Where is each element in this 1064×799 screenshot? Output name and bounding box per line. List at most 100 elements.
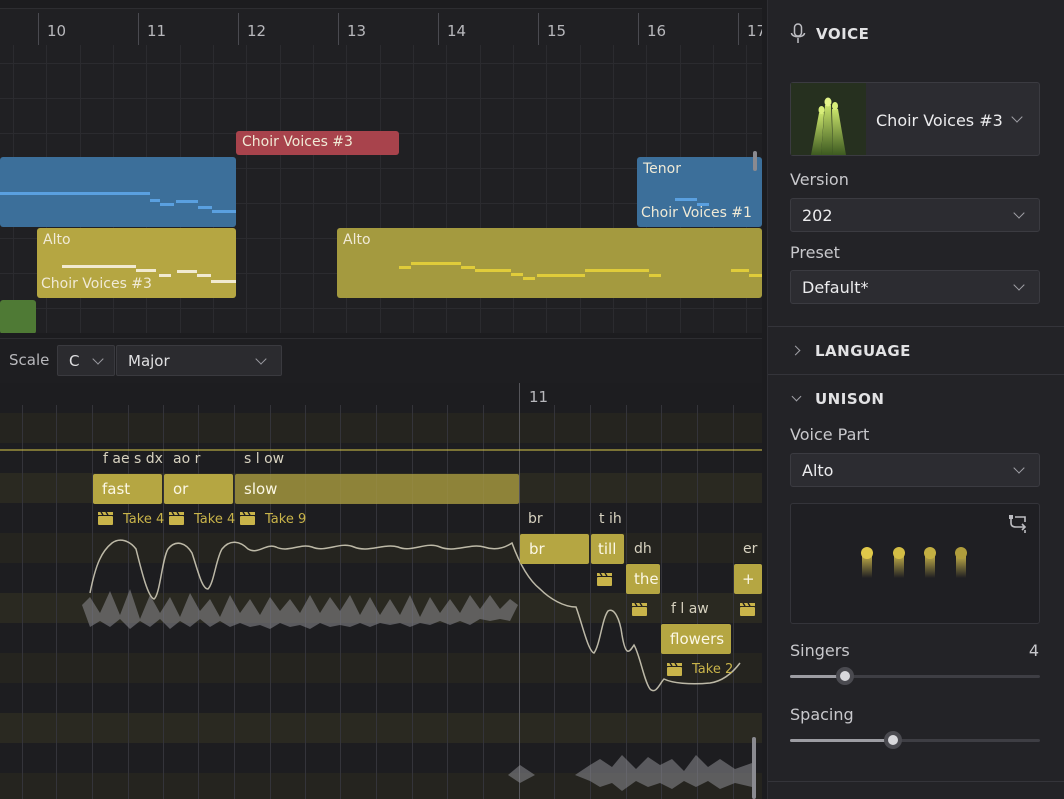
arrangement-view[interactable]: 10 11 12 13 14 15 16 17 Choir Voices #3 … bbox=[0, 8, 762, 333]
version-value: 202 bbox=[802, 206, 833, 225]
note-plus[interactable]: + bbox=[734, 564, 762, 594]
slider-handle[interactable] bbox=[836, 667, 854, 685]
spacing-slider[interactable] bbox=[790, 731, 1040, 749]
divider bbox=[768, 326, 1064, 327]
take-clapper-icon[interactable] bbox=[98, 512, 113, 525]
note-lyric: slow bbox=[244, 480, 278, 498]
note-lyric: the bbox=[634, 570, 659, 588]
language-section-header[interactable]: LANGUAGE bbox=[768, 330, 1064, 372]
piano-roll-editor[interactable]: Scale C Major 11 fast or slow br till th… bbox=[0, 338, 762, 799]
clip-note bbox=[537, 274, 585, 277]
chevron-down-icon bbox=[1011, 111, 1023, 123]
preset-value: Default* bbox=[802, 278, 869, 297]
phoneme-label: br bbox=[528, 511, 543, 527]
take-clapper-icon[interactable] bbox=[169, 512, 184, 525]
singer-dot-icon bbox=[924, 547, 936, 559]
section-language-title: LANGUAGE bbox=[815, 342, 911, 360]
chevron-down-icon bbox=[1013, 462, 1025, 474]
take-label[interactable]: Take 2 bbox=[692, 662, 733, 677]
phoneme-label: er bbox=[743, 541, 758, 557]
voice-part-dropdown[interactable]: Alto bbox=[790, 453, 1040, 487]
clip-note bbox=[511, 273, 523, 276]
take-clapper-icon[interactable] bbox=[632, 603, 647, 616]
piano-roll-scrollbar[interactable] bbox=[752, 737, 756, 799]
timeline-ruler[interactable]: 10 11 12 13 14 15 16 17 bbox=[0, 9, 762, 45]
note-fast[interactable]: fast bbox=[93, 474, 162, 504]
clip-note bbox=[211, 280, 236, 283]
clip-note bbox=[731, 269, 749, 272]
bar-tick bbox=[138, 13, 139, 45]
phoneme-label: ao r bbox=[173, 451, 201, 467]
bar-tick bbox=[438, 13, 439, 45]
waveform bbox=[508, 755, 752, 791]
chevron-down-icon bbox=[1013, 207, 1025, 219]
singer-dot-icon bbox=[955, 547, 967, 559]
unison-section-header[interactable]: UNISON bbox=[768, 378, 1064, 420]
clip-note bbox=[176, 200, 198, 203]
clip-tenor[interactable]: Tenor Choir Voices #1 bbox=[637, 157, 762, 227]
clip-alto-2[interactable]: Alto bbox=[337, 228, 762, 298]
bar-tick bbox=[638, 13, 639, 45]
voice-inspector-panel: VOICE Choir Voices #3 Version 202 Preset… bbox=[767, 0, 1064, 799]
clip-green[interactable] bbox=[0, 300, 36, 333]
clip-note bbox=[159, 274, 171, 277]
chevron-right-icon bbox=[790, 345, 801, 356]
note-canvas[interactable]: 11 fast or slow br till the flowers + f … bbox=[0, 383, 762, 799]
note-or[interactable]: or bbox=[164, 474, 233, 504]
note-lyric: fast bbox=[102, 480, 131, 498]
preset-dropdown[interactable]: Default* bbox=[790, 270, 1040, 304]
clip-label: Alto bbox=[43, 232, 71, 248]
singer-dot-icon bbox=[861, 547, 873, 559]
take-clapper-icon[interactable] bbox=[597, 573, 612, 586]
bar-number: 12 bbox=[247, 22, 267, 40]
take-clapper-icon[interactable] bbox=[667, 663, 682, 676]
grid-line bbox=[246, 45, 247, 333]
scale-mode-dropdown[interactable]: Major bbox=[116, 345, 282, 376]
take-label[interactable]: Take 9 bbox=[265, 512, 306, 527]
grid-line bbox=[280, 45, 281, 333]
clip-note bbox=[461, 266, 475, 269]
clip-note bbox=[177, 270, 197, 273]
clip-note bbox=[212, 210, 236, 213]
version-label: Version bbox=[790, 170, 849, 189]
version-dropdown[interactable]: 202 bbox=[790, 198, 1040, 232]
note-br[interactable]: br bbox=[520, 534, 589, 564]
bar-number: 17 bbox=[747, 22, 762, 40]
singer-dot-icon bbox=[893, 547, 905, 559]
take-clapper-icon[interactable] bbox=[240, 512, 255, 525]
take-label[interactable]: Take 4 bbox=[194, 512, 235, 527]
clip-note bbox=[649, 274, 661, 277]
voice-part-value: Alto bbox=[802, 461, 834, 480]
bar-tick bbox=[238, 13, 239, 45]
clip-red-choir3[interactable]: Choir Voices #3 bbox=[236, 131, 399, 155]
phoneme-label: s l ow bbox=[244, 451, 285, 467]
key-value: C bbox=[69, 352, 80, 370]
randomize-icon[interactable] bbox=[1007, 514, 1029, 536]
clip-label: Alto bbox=[343, 232, 371, 248]
singers-visualizer[interactable] bbox=[790, 503, 1040, 624]
chevron-down-icon bbox=[791, 391, 802, 402]
clip-note bbox=[198, 206, 212, 209]
grid-line bbox=[0, 308, 762, 309]
key-dropdown[interactable]: C bbox=[57, 345, 115, 376]
take-label[interactable]: Take 4 bbox=[123, 512, 164, 527]
clip-alto-1[interactable]: Alto Choir Voices #3 bbox=[37, 228, 236, 298]
note-till[interactable]: till bbox=[591, 534, 624, 564]
bar-number: 13 bbox=[347, 22, 367, 40]
grid-line bbox=[313, 45, 314, 333]
voice-selector[interactable]: Choir Voices #3 bbox=[790, 82, 1040, 156]
clip-blue-soprano[interactable] bbox=[0, 157, 236, 227]
arrangement-scrollbar[interactable] bbox=[753, 151, 757, 171]
take-clapper-icon[interactable] bbox=[740, 603, 755, 616]
bar-tick bbox=[738, 13, 739, 45]
bar-tick bbox=[338, 13, 339, 45]
note-flowers[interactable]: flowers bbox=[661, 624, 731, 654]
note-the[interactable]: the bbox=[626, 564, 660, 594]
singers-slider[interactable] bbox=[790, 667, 1040, 685]
note-slow[interactable]: slow bbox=[235, 474, 519, 504]
slider-handle[interactable] bbox=[883, 731, 902, 749]
clip-note bbox=[136, 269, 156, 272]
bar-number: 16 bbox=[647, 22, 667, 40]
clip-note bbox=[585, 269, 649, 272]
phoneme-label: t ih bbox=[599, 511, 622, 527]
